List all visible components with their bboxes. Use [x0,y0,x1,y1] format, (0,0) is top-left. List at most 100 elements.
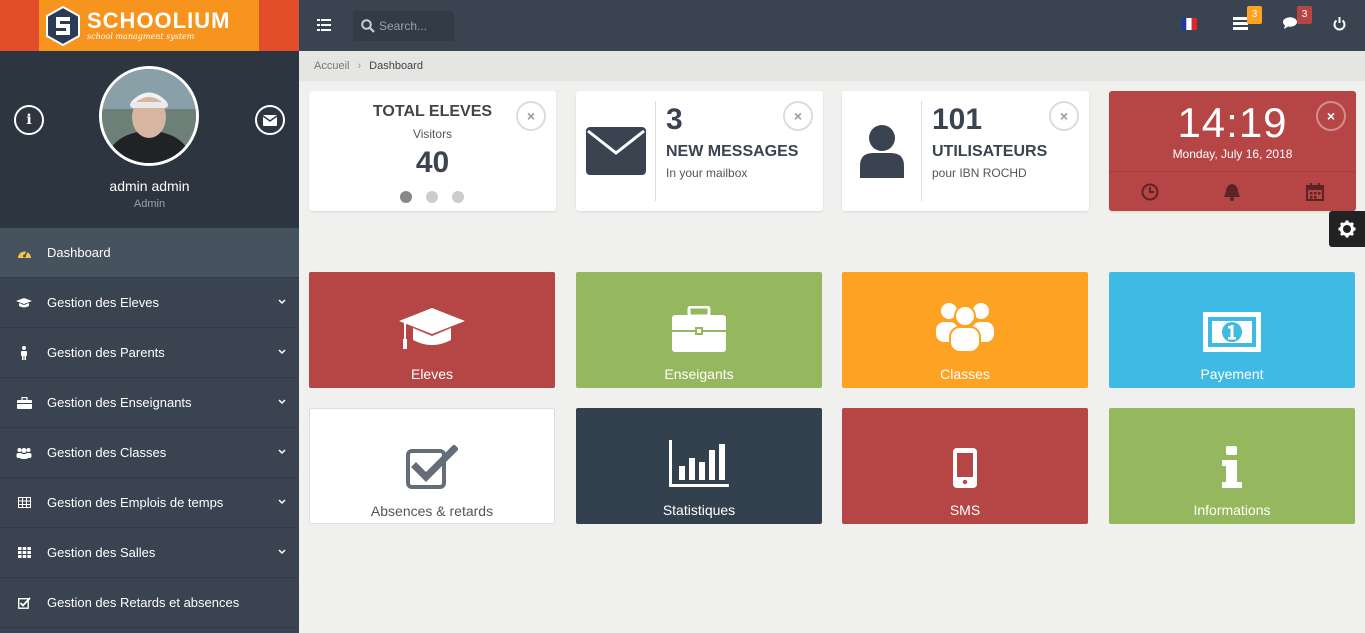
language-selector[interactable] [1181,17,1197,35]
bell-icon [1224,183,1241,201]
logo-hexagon-icon [46,5,80,46]
carousel-dot[interactable] [426,191,438,203]
widget-remove-button[interactable]: × [1316,101,1346,131]
toggle-sidebar-icon[interactable] [317,19,331,31]
profile-role: Admin [133,198,166,210]
calendar-button[interactable] [1274,172,1356,211]
bar-chart-icon [669,440,729,487]
sidebar-item-eleves[interactable]: Gestion des Eleves [0,278,299,328]
tile-label: SMS [949,502,981,518]
sidebar-item-label: Gestion des Parents [47,345,165,360]
chevron-down-icon [278,549,286,555]
widget-sublabel: pour IBN ROCHD [932,166,1027,180]
widget-count: 3 [666,103,683,136]
sidebar-item-label: Gestion des Classes [47,445,167,460]
mail-button[interactable] [255,105,285,135]
widget-value: 40 [415,146,450,179]
info-icon: i [26,112,32,128]
comments-icon [1283,17,1297,29]
users-icon [16,445,32,461]
close-icon: × [526,108,536,124]
power-icon [1333,17,1346,31]
chevron-down-icon [278,499,286,505]
sidebar-item-label: Gestion des Emplois de temps [47,495,224,510]
sidebar-item-label: Dashboard [47,245,111,260]
tile-label: Absences & retards [370,503,494,519]
search-box[interactable] [353,11,454,41]
carousel-dot[interactable] [400,191,412,203]
tile-label: Payement [1200,366,1264,382]
tasks-badge: 3 [1247,6,1262,24]
profile-name: admin admin [109,178,190,194]
chevron-down-icon [278,449,286,455]
chevron-down-icon [278,299,286,305]
logo[interactable]: SCHOOLIUM school managment system [39,0,259,51]
chevron-down-icon [278,399,286,405]
info-button[interactable]: i [14,105,44,135]
tasks-button[interactable]: 3 [1233,6,1262,35]
breadcrumb-current: Dashboard [369,60,423,72]
widget-remove-button[interactable]: × [1049,101,1079,131]
breadcrumb: Accueil › Dashboard [299,51,1365,81]
clock-button[interactable] [1109,172,1191,211]
avatar-photo [102,69,196,163]
widget-new-messages: 3 NEW MESSAGES In your mailbox × [576,91,823,211]
sidebar-item-parents[interactable]: Gestion des Parents [0,328,299,378]
widget-icon-area [576,101,656,201]
tile-payement[interactable]: Payement [1109,272,1355,388]
tile-classes[interactable]: Classes [842,272,1088,388]
sidebar-item-dashboard[interactable]: Dashboard [0,228,299,278]
table-icon [16,495,32,511]
tile-absences[interactable]: Absences & retards [309,408,555,524]
briefcase-icon [16,395,32,411]
tasks-icon [1233,17,1248,30]
widget-count: 101 [932,103,983,136]
breadcrumb-home-link[interactable]: Accueil [314,60,349,72]
widget-label: NEW MESSAGES [666,143,799,160]
sidebar-item-label: Gestion des Enseignants [47,395,192,410]
messages-button[interactable]: 3 [1283,6,1312,35]
widget-users: 101 UTILISATEURS pour IBN ROCHD × [842,91,1089,211]
settings-button[interactable] [1329,211,1365,247]
envelope-icon [263,114,277,126]
clock-icon [1141,183,1159,200]
profile-panel: i admin admin Admin [0,51,299,228]
sidebar-item-emplois[interactable]: Gestion des Emplois de temps [0,478,299,528]
dashboard-icon [16,245,32,261]
search-input[interactable] [379,19,449,33]
gear-icon [1338,220,1356,238]
tile-statistiques[interactable]: Statistiques [576,408,822,524]
brand-name: SCHOOLIUM [87,8,231,33]
sidebar-item-enseignants[interactable]: Gestion des Enseignants [0,378,299,428]
tile-informations[interactable]: Informations [1109,408,1355,524]
french-flag-icon [1181,18,1197,30]
alarm-button[interactable] [1191,172,1273,211]
widget-clock: 14:19 Monday, July 16, 2018 × [1109,91,1356,211]
check-square-icon [406,445,458,489]
users-icon [936,303,994,352]
tile-eleves[interactable]: Eleves [309,272,555,388]
calendar-icon [1305,182,1324,201]
widget-remove-button[interactable]: × [783,101,813,131]
graduation-cap-icon [399,308,465,349]
widget-sublabel: In your mailbox [666,166,748,180]
briefcase-icon [672,306,726,352]
tile-sms[interactable]: SMS [842,408,1088,524]
sidebar-item-salles[interactable]: Gestion des Salles [0,528,299,578]
carousel-dot[interactable] [452,191,464,203]
sidebar-item-label: Gestion des Retards et absences [47,595,240,610]
carousel-indicators [400,191,464,203]
widget-remove-button[interactable]: × [516,101,546,131]
grid-icon [16,545,32,561]
tile-enseignants[interactable]: Enseigants [576,272,822,388]
sidebar-item-retards[interactable]: Gestion des Retards et absences [0,578,299,628]
tile-label: Eleves [410,366,454,382]
avatar[interactable] [99,66,199,166]
close-icon: × [1326,108,1336,124]
sidebar-item-classes[interactable]: Gestion des Classes [0,428,299,478]
brand-tagline: school managment system [87,32,195,41]
breadcrumb-separator-icon: › [357,60,362,72]
close-icon: × [1059,108,1069,124]
logout-button[interactable] [1333,17,1346,36]
top-bar: 3 3 [299,0,1365,51]
